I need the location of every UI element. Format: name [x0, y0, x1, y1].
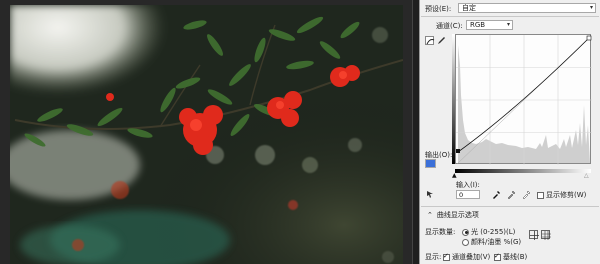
checkbox-icon [537, 191, 544, 199]
radio-selected-icon [462, 228, 469, 236]
curve-options-toggle[interactable]: ⌃ 曲线显示选项 [427, 210, 479, 220]
channel-label: 通道(C): [436, 22, 463, 30]
baseline-label: 基线(B) [503, 253, 528, 261]
eyedropper-gray-icon[interactable] [507, 190, 516, 200]
input-gradient-bar [455, 169, 591, 173]
pencil-icon[interactable] [437, 36, 446, 45]
document-canvas[interactable] [0, 0, 412, 264]
light-option-label: 光 (0-255)(L) [471, 228, 516, 236]
channel-dropdown[interactable]: RGB ▾ [466, 20, 513, 30]
light-radio[interactable]: 光 (0-255)(L) [462, 227, 515, 237]
eyedropper-white-icon[interactable] [522, 190, 531, 200]
curve-options-title: 曲线显示选项 [436, 211, 479, 219]
checkbox-checked-icon [494, 252, 501, 261]
grid-4-icon[interactable] [529, 230, 539, 240]
chevron-down-icon: ▾ [589, 4, 593, 11]
chevron-up-icon: ⌃ [427, 211, 433, 219]
pigment-option-label: 颜料/油墨 %(G) [471, 238, 522, 246]
chevron-down-icon: ▾ [506, 21, 510, 28]
grid-10-icon[interactable] [541, 230, 551, 240]
input-label: 输入(I): [456, 181, 480, 189]
curves-histogram [456, 35, 592, 165]
preset-dropdown[interactable]: 自定 ▾ [458, 3, 596, 13]
panel-scroll-divider[interactable] [412, 0, 419, 264]
black-slider-handle[interactable]: ▲ [452, 172, 457, 179]
channel-overlay-label: 通道叠加(V) [452, 253, 491, 261]
white-slider-handle[interactable]: △ [584, 172, 589, 179]
show-clipping-checkbox[interactable]: 显示修剪(W) [537, 190, 586, 200]
pomegranate-flower-photo[interactable] [10, 5, 403, 264]
show-amount-label: 显示数量: [425, 228, 456, 236]
curves-graph[interactable] [455, 34, 592, 165]
separator [421, 16, 599, 17]
pigment-radio[interactable]: 颜料/油墨 %(G) [462, 237, 521, 247]
channel-overlay-checkbox[interactable]: 通道叠加(V) [443, 252, 490, 262]
separator [421, 206, 599, 207]
output-field[interactable] [425, 159, 436, 168]
preset-value: 自定 [462, 4, 476, 12]
show-label: 显示: [425, 253, 442, 261]
checkbox-checked-icon [443, 252, 450, 261]
show-clipping-label: 显示修剪(W) [546, 191, 587, 199]
output-gradient-bar [452, 34, 455, 164]
baseline-checkbox[interactable]: 基线(B) [494, 252, 527, 262]
input-field[interactable]: 0 [456, 190, 480, 199]
radio-icon [462, 238, 469, 246]
preset-label: 预设(E): [425, 5, 452, 13]
curve-point-icon[interactable] [425, 36, 435, 45]
photo-content [10, 5, 403, 264]
on-image-adjust-icon[interactable] [425, 190, 434, 199]
eyedropper-black-icon[interactable] [492, 190, 501, 199]
channel-value: RGB [470, 21, 486, 29]
